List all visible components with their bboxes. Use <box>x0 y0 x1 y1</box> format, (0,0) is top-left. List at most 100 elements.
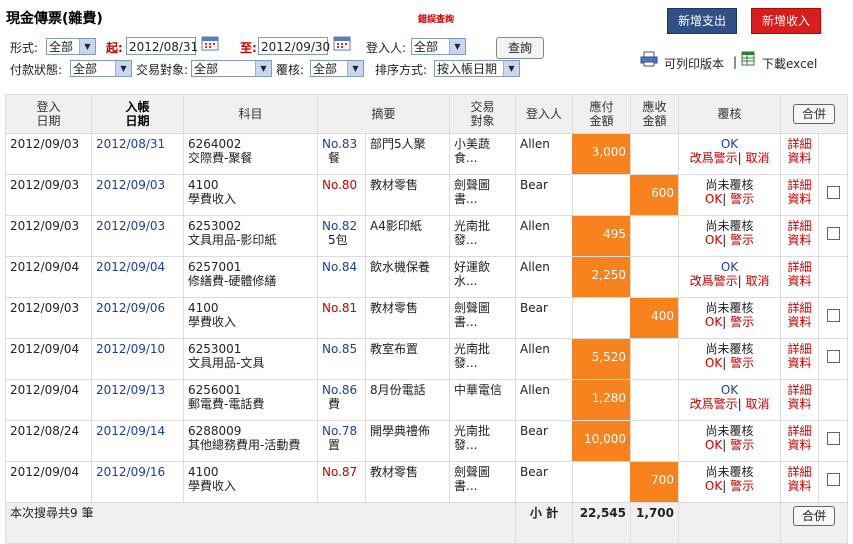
row-select <box>818 379 849 421</box>
review-action-2[interactable]: 警示 <box>730 356 754 370</box>
detail-link[interactable]: 詳細 資料 <box>780 379 820 421</box>
row-checkbox[interactable] <box>826 432 840 445</box>
review-select[interactable]: 全部 ▼ <box>310 60 364 77</box>
detail-link[interactable]: 詳細 資料 <box>780 338 820 380</box>
review-action-1[interactable]: OK <box>705 438 722 452</box>
review-action-2[interactable]: 警示 <box>730 438 754 452</box>
review-action-1[interactable]: OK <box>705 315 722 329</box>
calendar-icon[interactable] <box>201 35 219 51</box>
form-label: 形式: <box>10 41 39 55</box>
review-action-1[interactable]: 改爲警示 <box>690 397 738 411</box>
voucher-number[interactable]: No.80 <box>317 174 366 216</box>
reg-date: 2012/09/04 <box>5 379 92 421</box>
post-date[interactable]: 2012/08/31 <box>91 133 184 175</box>
receivable-amount <box>630 133 680 175</box>
subject-cell: 6253001 文具用品-文具 <box>183 338 318 380</box>
end-date-input[interactable]: 2012/09/30 <box>258 37 330 55</box>
review-action-1[interactable]: 改爲警示 <box>690 151 738 165</box>
registrant-cell: Allen <box>515 338 574 380</box>
add-expense-button[interactable]: 新增支出 <box>667 8 737 34</box>
post-date[interactable]: 2012/09/10 <box>91 338 184 380</box>
review-cell: 尚未覆核 OK| 警示 <box>678 174 782 216</box>
review-action-2[interactable]: 警示 <box>730 479 754 493</box>
review-status[interactable]: OK <box>721 260 738 274</box>
sort-select[interactable]: 按入帳日期 ▼ <box>434 60 520 77</box>
registrant-cell: Bear <box>515 297 574 339</box>
row-checkbox[interactable] <box>826 350 840 363</box>
post-date[interactable]: 2012/09/04 <box>91 256 184 298</box>
review-action-1[interactable]: OK <box>705 479 722 493</box>
post-date[interactable]: 2012/09/16 <box>91 461 184 503</box>
post-date[interactable]: 2012/09/06 <box>91 297 184 339</box>
review-status[interactable]: OK <box>721 137 738 151</box>
review-separator: | <box>737 397 742 411</box>
query-button[interactable]: 查詢 <box>496 37 544 59</box>
review-action-2[interactable]: 警示 <box>730 192 754 206</box>
counterparty-cell: 小美蔬食... <box>449 133 517 175</box>
subject-cell: 6264002 交際費-聚餐 <box>183 133 318 175</box>
voucher-number[interactable]: No.84 <box>317 256 366 298</box>
merge-button-footer[interactable]: 合併 <box>793 506 836 526</box>
voucher-number[interactable]: No.81 <box>317 297 366 339</box>
review-cell: 尚未覆核 OK| 警示 <box>678 297 782 339</box>
review-cell: 尚未覆核 OK| 警示 <box>678 420 782 462</box>
row-checkbox[interactable] <box>826 227 840 240</box>
review-status: 尚未覆核 <box>705 219 754 233</box>
review-status[interactable]: OK <box>721 383 738 397</box>
voucher-number[interactable]: No.85 <box>317 338 366 380</box>
counterparty-select-value: 全部 <box>194 62 219 76</box>
start-date-input[interactable]: 2012/08/31 <box>126 37 198 55</box>
detail-link[interactable]: 詳細 資料 <box>780 256 820 298</box>
review-action-2[interactable]: 取消 <box>745 151 769 165</box>
post-date[interactable]: 2012/09/14 <box>91 420 184 462</box>
row-checkbox[interactable] <box>826 309 840 322</box>
add-income-button[interactable]: 新增收入 <box>751 8 821 34</box>
reg-date: 2012/09/04 <box>5 256 92 298</box>
row-checkbox[interactable] <box>826 473 840 486</box>
form-select[interactable]: 全部 ▼ <box>46 38 96 55</box>
voucher-number[interactable]: No.86 費 <box>317 379 366 421</box>
review-action-1[interactable]: OK <box>705 233 722 247</box>
registrant-select[interactable]: 全部 ▼ <box>411 38 466 55</box>
review-action-1[interactable]: 改爲警示 <box>690 274 738 288</box>
detail-link[interactable]: 詳細 資料 <box>780 174 820 216</box>
review-action-2[interactable]: 警示 <box>730 233 754 247</box>
review-cell: 尚未覆核 OK| 警示 <box>678 215 782 257</box>
calendar-icon[interactable] <box>333 35 351 51</box>
row-select <box>818 461 849 503</box>
review-action-2[interactable]: 取消 <box>745 397 769 411</box>
post-date[interactable]: 2012/09/03 <box>91 215 184 257</box>
print-version-link[interactable]: 可列印版本 <box>664 55 724 72</box>
review-action-2[interactable]: 取消 <box>745 274 769 288</box>
review-separator: | <box>722 315 727 329</box>
payable-amount: 1,280 <box>572 379 632 421</box>
detail-link[interactable]: 詳細 資料 <box>780 420 820 462</box>
post-date[interactable]: 2012/09/13 <box>91 379 184 421</box>
review-action-1[interactable]: OK <box>705 192 722 206</box>
voucher-number[interactable]: No.82 5包 <box>317 215 366 257</box>
detail-link[interactable]: 詳細 資料 <box>780 215 820 257</box>
error-query-link[interactable]: 錯誤查詢 <box>418 12 454 25</box>
download-excel-link[interactable]: 下載excel <box>762 55 817 72</box>
merge-button[interactable]: 合併 <box>793 104 836 124</box>
row-select <box>818 256 849 298</box>
pay-status-select[interactable]: 全部 ▼ <box>70 60 132 77</box>
detail-link[interactable]: 詳細 資料 <box>780 461 820 503</box>
voucher-number[interactable]: No.78 置 <box>317 420 366 462</box>
voucher-number[interactable]: No.83 餐 <box>317 133 366 175</box>
payable-amount: 3,000 <box>572 133 632 175</box>
detail-link[interactable]: 詳細 資料 <box>780 133 820 175</box>
col-post-date[interactable]: 入帳 日期 <box>91 94 184 134</box>
counterparty-cell: 光南批發... <box>449 338 517 380</box>
row-checkbox[interactable] <box>826 186 840 199</box>
post-date[interactable]: 2012/09/03 <box>91 174 184 216</box>
pay-status-select-value: 全部 <box>73 62 98 76</box>
review-cell: 尚未覆核 OK| 警示 <box>678 338 782 380</box>
counterparty-select[interactable]: 全部 ▼ <box>191 60 272 77</box>
review-action-2[interactable]: 警示 <box>730 315 754 329</box>
payable-amount: 2,250 <box>572 256 632 298</box>
detail-link[interactable]: 詳細 資料 <box>780 297 820 339</box>
review-action-1[interactable]: OK <box>705 356 722 370</box>
voucher-number[interactable]: No.87 <box>317 461 366 503</box>
chevron-down-icon: ▼ <box>449 39 465 54</box>
